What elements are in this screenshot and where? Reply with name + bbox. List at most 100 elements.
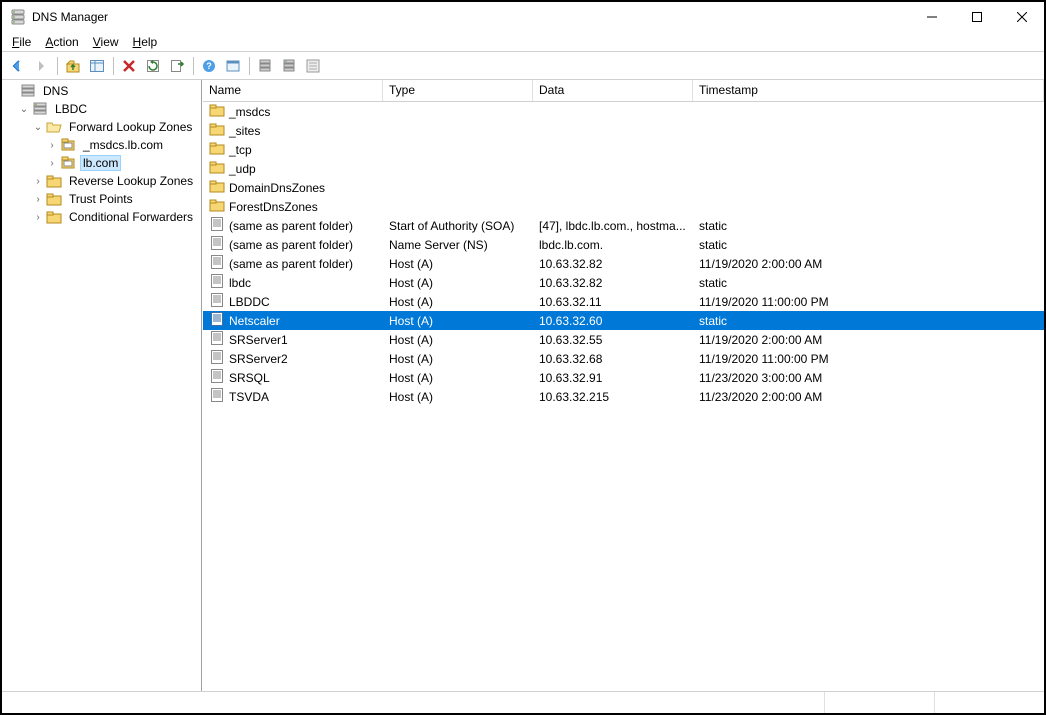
cell-type: [383, 121, 533, 140]
maximize-button[interactable]: [954, 2, 999, 32]
help-button[interactable]: ?: [198, 55, 220, 77]
record-icon: [209, 235, 229, 254]
record-name: (same as parent folder): [229, 219, 353, 233]
status-segment: [2, 692, 824, 713]
menu-help[interactable]: Help: [127, 33, 164, 51]
list-row[interactable]: _udp: [203, 159, 1044, 178]
cell-type: Start of Authority (SOA): [383, 216, 533, 235]
server-icon1-button[interactable]: [254, 55, 276, 77]
menubar: File Action View Help: [2, 32, 1044, 52]
list-row[interactable]: _tcp: [203, 140, 1044, 159]
list-header: Name Type Data Timestamp: [203, 80, 1044, 102]
minimize-button[interactable]: [909, 2, 954, 32]
tree-rlz[interactable]: › Reverse Lookup Zones: [2, 172, 201, 190]
tree-pane[interactable]: DNS ⌄ LBDC ⌄ Forward Lookup Zones › _msd…: [2, 80, 202, 691]
record-icon: [209, 368, 229, 387]
tree-root-dns[interactable]: DNS: [2, 82, 201, 100]
list-row[interactable]: _sites: [203, 121, 1044, 140]
record-icon: [209, 254, 229, 273]
tree-label: _msdcs.lb.com: [80, 137, 166, 153]
folder-icon: [209, 140, 229, 159]
cell-type: [383, 159, 533, 178]
list-body[interactable]: _msdcs _sites_tcp_udpDomainDnsZonesForest…: [203, 102, 1044, 691]
expand-icon[interactable]: [6, 85, 18, 97]
column-header-timestamp[interactable]: Timestamp: [693, 80, 1044, 101]
expand-icon[interactable]: ›: [32, 175, 44, 187]
cell-timestamp: [693, 159, 1044, 178]
record-name: LBDDC: [229, 295, 270, 309]
refresh-button[interactable]: [142, 55, 164, 77]
folder-icon: [209, 121, 229, 140]
menu-file[interactable]: File: [6, 33, 37, 51]
toolbar-separator: [246, 55, 252, 77]
list-row[interactable]: DomainDnsZones: [203, 178, 1044, 197]
list-row[interactable]: (same as parent folder) Start of Authorit…: [203, 216, 1044, 235]
list-row[interactable]: lbdcHost (A)10.63.32.82static: [203, 273, 1044, 292]
record-name: lbdc: [229, 276, 251, 290]
record-name: _msdcs: [229, 105, 270, 119]
folder-icon: [209, 159, 229, 178]
zone-icon: [60, 155, 76, 171]
column-header-type[interactable]: Type: [383, 80, 533, 101]
cell-timestamp: 11/19/2020 2:00:00 AM: [693, 330, 1044, 349]
list-row[interactable]: _msdcs: [203, 102, 1044, 121]
cell-name: LBDDC: [203, 292, 383, 311]
list-row[interactable]: LBDDCHost (A)10.63.32.1111/19/2020 11:00…: [203, 292, 1044, 311]
export-list-button[interactable]: [166, 55, 188, 77]
folder-icon: [46, 191, 62, 207]
list-row[interactable]: SRServer1Host (A)10.63.32.5511/19/2020 2…: [203, 330, 1044, 349]
tree-zone-lbcom[interactable]: › lb.com: [2, 154, 201, 172]
folder-icon: [209, 102, 229, 121]
collapse-icon[interactable]: ⌄: [32, 121, 44, 133]
tree-trust-points[interactable]: › Trust Points: [2, 190, 201, 208]
column-header-data[interactable]: Data: [533, 80, 693, 101]
record-name: TSVDA: [229, 390, 269, 404]
menu-view[interactable]: View: [87, 33, 125, 51]
server-icon3-button[interactable]: [302, 55, 324, 77]
delete-button[interactable]: [118, 55, 140, 77]
tree-server[interactable]: ⌄ LBDC: [2, 100, 201, 118]
cell-timestamp: [693, 121, 1044, 140]
list-row[interactable]: SRServer2Host (A)10.63.32.6811/19/2020 1…: [203, 349, 1044, 368]
column-header-name[interactable]: Name: [203, 80, 383, 101]
cell-timestamp: [693, 102, 1044, 121]
status-segment: [934, 692, 1044, 713]
tree-flz[interactable]: ⌄ Forward Lookup Zones: [2, 118, 201, 136]
cell-type: [383, 140, 533, 159]
expand-icon[interactable]: ›: [32, 211, 44, 223]
show-hide-tree-button[interactable]: [86, 55, 108, 77]
list-row[interactable]: SRSQLHost (A)10.63.32.9111/23/2020 3:00:…: [203, 368, 1044, 387]
expand-icon[interactable]: ›: [32, 193, 44, 205]
record-icon: [209, 273, 229, 292]
cell-type: Host (A): [383, 292, 533, 311]
list-row[interactable]: (same as parent folder)Name Server (NS)l…: [203, 235, 1044, 254]
list-row[interactable]: TSVDAHost (A)10.63.32.21511/23/2020 2:00…: [203, 387, 1044, 406]
tree-zone-msdcs[interactable]: › _msdcs.lb.com: [2, 136, 201, 154]
forward-button[interactable]: [30, 55, 52, 77]
expand-icon[interactable]: ›: [46, 139, 58, 151]
close-button[interactable]: [999, 2, 1044, 32]
dns-manager-icon: [10, 9, 26, 25]
record-name: (same as parent folder): [229, 238, 353, 252]
up-button[interactable]: [62, 55, 84, 77]
expand-icon[interactable]: ›: [46, 157, 58, 169]
server-icon2-button[interactable]: [278, 55, 300, 77]
status-segment: [824, 692, 934, 713]
cell-type: Host (A): [383, 387, 533, 406]
record-icon: [209, 330, 229, 349]
cell-timestamp: static: [693, 273, 1044, 292]
collapse-icon[interactable]: ⌄: [18, 103, 30, 115]
list-row[interactable]: NetscalerHost (A)10.63.32.60static: [203, 311, 1044, 330]
menu-action[interactable]: Action: [39, 33, 84, 51]
cell-data: 10.63.32.82: [533, 273, 693, 292]
list-pane: Name Type Data Timestamp _msdcs _sites_tc…: [202, 80, 1044, 691]
tree-conditional-forwarders[interactable]: › Conditional Forwarders: [2, 208, 201, 226]
new-window-button[interactable]: [222, 55, 244, 77]
folder-icon: [209, 178, 229, 197]
toolbar-separator: [54, 55, 60, 77]
list-row[interactable]: ForestDnsZones: [203, 197, 1044, 216]
list-row[interactable]: (same as parent folder)Host (A)10.63.32.…: [203, 254, 1044, 273]
back-button[interactable]: [6, 55, 28, 77]
cell-timestamp: static: [693, 235, 1044, 254]
server-icon: [32, 101, 48, 117]
